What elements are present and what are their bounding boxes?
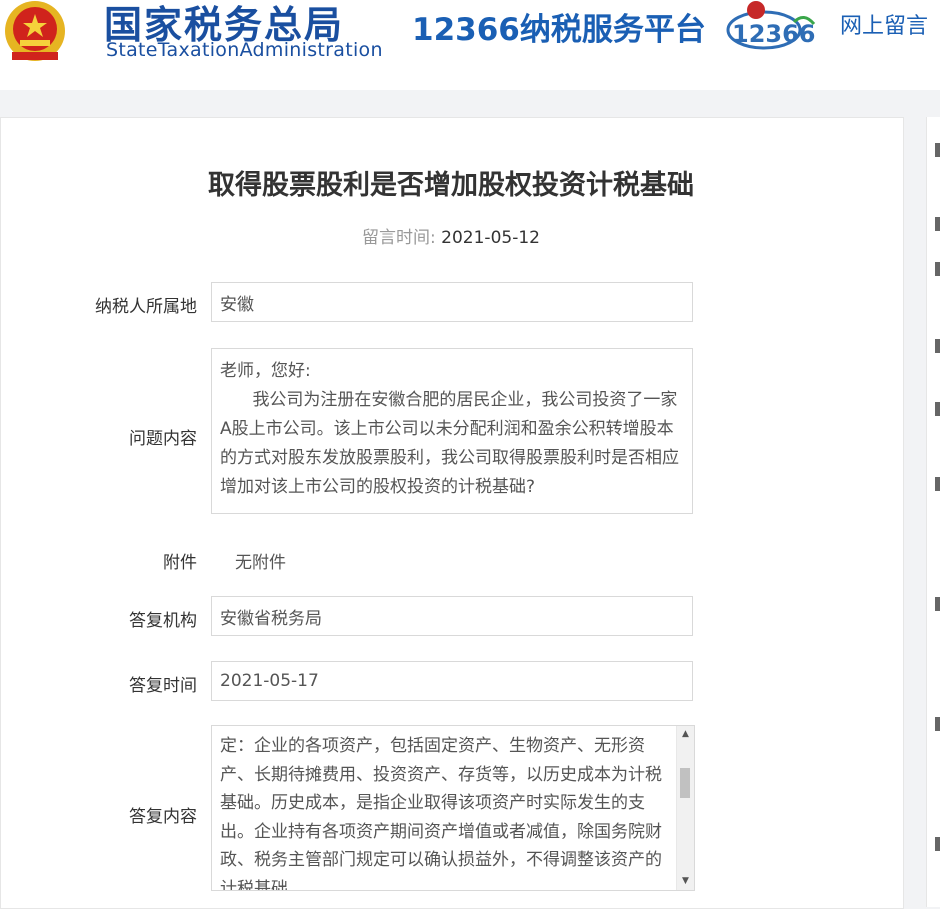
logo-text: 12366 — [732, 20, 816, 48]
reply-scrollbar[interactable]: ▲ ▼ — [676, 726, 694, 890]
online-message-link[interactable]: 网上留言 — [840, 8, 928, 40]
side-panel-text — [935, 339, 940, 353]
site-header: 国家税务总局 StateTaxationAdministration 12366… — [0, 0, 940, 90]
side-panel-text — [935, 477, 940, 491]
reply-time-label: 答复时间 — [129, 676, 197, 696]
side-panel-text — [935, 143, 940, 157]
region-label: 纳税人所属地 — [95, 297, 197, 317]
attachment-value: 无附件 — [235, 553, 286, 573]
side-panel-text — [935, 217, 940, 231]
scroll-up-arrow-icon[interactable]: ▲ — [677, 726, 694, 743]
agency-label: 答复机构 — [129, 611, 197, 631]
attachment-label: 附件 — [163, 553, 197, 573]
side-panel-text — [935, 597, 940, 611]
side-panel — [926, 117, 940, 907]
posted-time: 留言时间: 2021-05-12 — [0, 223, 902, 248]
scroll-down-arrow-icon[interactable]: ▼ — [677, 873, 694, 890]
side-panel-text — [935, 717, 940, 731]
question-textarea[interactable]: 老师，您好: 我公司为注册在安徽合肥的居民企业，我公司投资了一家A股上市公司。该… — [211, 348, 693, 514]
site-name-en: StateTaxationAdministration — [106, 39, 383, 61]
posted-time-value: 2021-05-12 — [441, 228, 540, 248]
agency-field[interactable]: 安徽省税务局 — [211, 596, 693, 636]
reply-label: 答复内容 — [129, 807, 197, 827]
national-emblem-icon — [5, 1, 65, 61]
question-label: 问题内容 — [129, 429, 197, 449]
posted-time-label: 留言时间: — [362, 228, 436, 248]
page-title: 取得股票股利是否增加股权投资计税基础 — [208, 170, 694, 201]
reply-textarea[interactable]: 定：企业的各项资产，包括固定资产、生物资产、无形资产、长期待摊费用、投资资产、存… — [211, 725, 695, 891]
platform-name[interactable]: 12366纳税服务平台 — [412, 4, 706, 49]
scroll-thumb[interactable] — [680, 768, 690, 798]
region-field[interactable]: 安徽 — [211, 282, 693, 322]
side-panel-text — [935, 837, 940, 851]
side-panel-text — [935, 402, 940, 416]
12366-logo-icon[interactable]: 12366 — [724, 0, 820, 54]
side-panel-text — [935, 262, 940, 276]
reply-text: 定：企业的各项资产，包括固定资产、生物资产、无形资产、长期待摊费用、投资资产、存… — [220, 736, 662, 891]
reply-time-field[interactable]: 2021-05-17 — [211, 661, 693, 701]
